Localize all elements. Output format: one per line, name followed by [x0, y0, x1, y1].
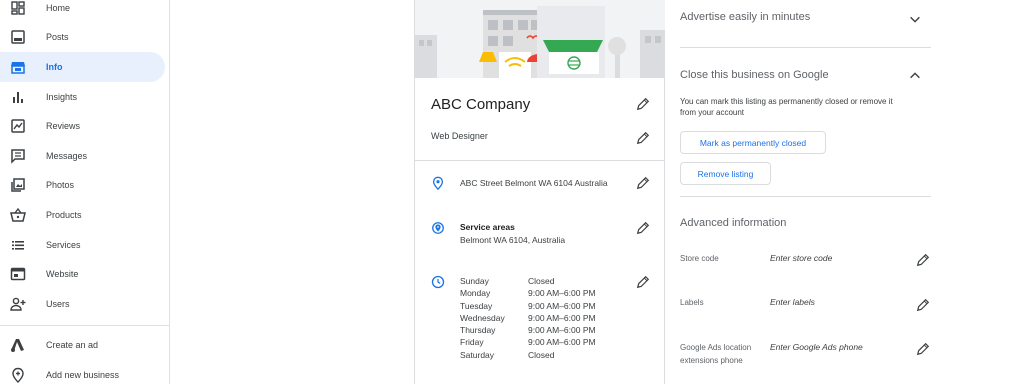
- rate-review-icon: [10, 118, 26, 134]
- card-divider: [415, 160, 665, 161]
- posts-icon: [10, 29, 26, 45]
- settings-panel: Advertise easily in minutes Close this b…: [680, 0, 932, 384]
- advertise-section-title[interactable]: Advertise easily in minutes: [680, 11, 810, 23]
- business-hours: Sunday Closed Monday 9:00 AM–6:00 PM Tuesd…: [460, 276, 618, 362]
- dashboard-icon: [10, 0, 26, 16]
- hours-time: Closed: [528, 276, 555, 286]
- person-add-icon: [10, 296, 26, 312]
- service-areas-title: Service areas: [460, 222, 515, 232]
- sidebar-item-info[interactable]: Info: [0, 52, 165, 82]
- hours-time: 9:00 AM–6:00 PM: [528, 325, 596, 336]
- sidebar-item-photos[interactable]: Photos: [0, 170, 165, 200]
- mark-permanently-closed-button[interactable]: Mark as permanently closed: [680, 131, 826, 154]
- sidebar-item-label: Messages: [46, 151, 88, 161]
- bar-chart-icon: [10, 89, 26, 105]
- store-code-label: Store code: [680, 254, 719, 263]
- edit-service-areas-icon[interactable]: [636, 221, 650, 235]
- advanced-info-title: Advanced information: [680, 217, 787, 229]
- store-code-field[interactable]: Enter store code: [770, 253, 832, 263]
- hours-row: Wednesday 9:00 AM–6:00 PM: [460, 313, 618, 325]
- labels-field[interactable]: Enter labels: [770, 297, 815, 307]
- sidebar-item-create-ad[interactable]: Create an ad: [0, 330, 165, 360]
- sidebar-item-reviews[interactable]: Reviews: [0, 111, 165, 141]
- sidebar-item-insights[interactable]: Insights: [0, 82, 165, 112]
- labels-label: Labels: [680, 298, 704, 307]
- sidebar-item-add-business[interactable]: Add new business: [0, 360, 165, 384]
- edit-name-icon[interactable]: [636, 97, 650, 111]
- storefront-icon: [10, 59, 26, 75]
- close-business-section-title[interactable]: Close this business on Google: [680, 69, 829, 81]
- hours-time: 9:00 AM–6:00 PM: [528, 300, 596, 311]
- edit-hours-icon[interactable]: [636, 275, 650, 289]
- hours-row: Thursday 9:00 AM–6:00 PM: [460, 325, 618, 337]
- hours-row: Friday 9:00 AM–6:00 PM: [460, 337, 618, 349]
- hours-time: 9:00 AM–6:00 PM: [528, 288, 596, 299]
- service-areas-value: Belmont WA 6104, Australia: [460, 235, 566, 245]
- sidebar-item-label: Products: [46, 210, 82, 220]
- web-icon: [10, 266, 26, 282]
- sidebar-item-services[interactable]: Services: [0, 230, 165, 260]
- hours-row: Saturday Closed: [460, 350, 618, 362]
- sidebar-item-label: Posts: [46, 32, 69, 42]
- close-business-description: You can mark this listing as permanently…: [680, 97, 893, 117]
- hours-day: Monday: [460, 288, 491, 299]
- section-divider: [680, 196, 931, 197]
- sidebar-item-label: Home: [46, 3, 71, 13]
- sidebar-item-label: Add new business: [46, 370, 120, 380]
- sidebar-item-label: Reviews: [46, 121, 81, 131]
- hours-row: Tuesday 9:00 AM–6:00 PM: [460, 301, 618, 313]
- sidebar-item-products[interactable]: Products: [0, 200, 165, 230]
- remove-listing-button[interactable]: Remove listing: [680, 162, 771, 185]
- google-ads-icon: [10, 337, 26, 353]
- sidebar-item-label: Info: [46, 62, 63, 72]
- service-area-icon: [431, 221, 445, 235]
- edit-labels-icon[interactable]: [916, 298, 930, 312]
- sidebar-item-label: Create an ad: [46, 340, 99, 350]
- section-divider: [680, 47, 931, 48]
- chevron-down-icon[interactable]: [908, 12, 922, 26]
- sidebar-item-label: Services: [46, 240, 81, 250]
- sidebar-divider: [0, 325, 170, 326]
- shopping-basket-icon: [10, 207, 26, 223]
- edit-google-ads-phone-icon[interactable]: [916, 342, 930, 356]
- hours-time: Closed: [528, 349, 555, 360]
- photo-library-icon: [10, 177, 26, 193]
- sidebar-item-users[interactable]: Users: [0, 289, 165, 319]
- list-icon: [10, 237, 26, 253]
- sidebar-item-home[interactable]: Home: [0, 0, 165, 23]
- google-ads-phone-label: Google Ads location extensions phone: [680, 343, 752, 365]
- hours-day: Friday: [460, 337, 484, 348]
- sidebar-item-label: Photos: [46, 180, 75, 190]
- sidebar-item-label: Insights: [46, 92, 78, 102]
- business-address: ABC Street Belmont WA 6104 Australia: [460, 178, 608, 188]
- chat-icon: [10, 148, 26, 164]
- location-pin-icon: [431, 176, 445, 190]
- sidebar: Home Posts Info Insights Reviews Message…: [0, 0, 170, 384]
- hours-time: 9:00 AM–6:00 PM: [528, 312, 596, 323]
- business-category: Web Designer: [431, 131, 488, 141]
- hours-day: Saturday: [460, 349, 495, 360]
- sidebar-item-posts[interactable]: Posts: [0, 22, 165, 52]
- hours-day: Tuesday: [460, 300, 493, 311]
- hours-day: Sunday: [460, 276, 489, 286]
- business-card: ABC Company Web Designer ABC Street Belm…: [414, 0, 665, 384]
- google-ads-phone-field[interactable]: Enter Google Ads phone: [770, 342, 863, 352]
- chevron-up-icon[interactable]: [908, 69, 922, 83]
- storefront-illustration: [415, 0, 665, 78]
- hours-day: Wednesday: [460, 312, 505, 323]
- sidebar-item-website[interactable]: Website: [0, 259, 165, 289]
- edit-address-icon[interactable]: [636, 176, 650, 190]
- edit-category-icon[interactable]: [636, 131, 650, 145]
- clock-icon: [431, 275, 445, 289]
- hours-time: 9:00 AM–6:00 PM: [528, 337, 596, 348]
- sidebar-item-label: Website: [46, 269, 79, 279]
- hours-row: Monday 9:00 AM–6:00 PM: [460, 288, 618, 300]
- add-location-icon: [10, 367, 26, 383]
- hours-row: Sunday Closed: [460, 276, 618, 288]
- sidebar-item-messages[interactable]: Messages: [0, 141, 165, 171]
- business-name: ABC Company: [431, 96, 531, 113]
- hours-day: Thursday: [460, 325, 496, 336]
- sidebar-item-label: Users: [46, 299, 70, 309]
- edit-store-code-icon[interactable]: [916, 253, 930, 267]
